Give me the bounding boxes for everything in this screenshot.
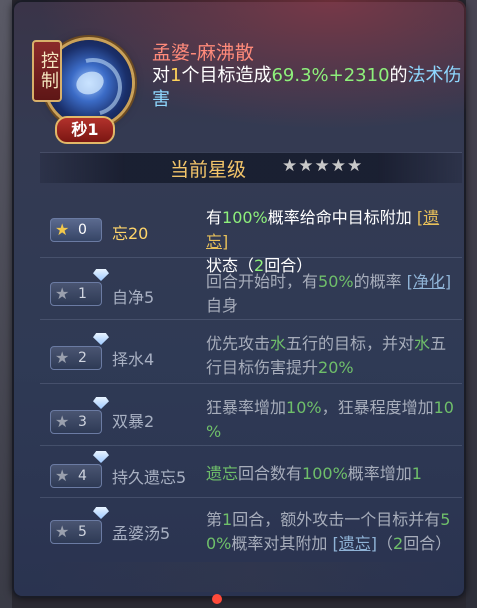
star-level-label: 当前星级 xyxy=(170,159,247,181)
row-name: 自净5 xyxy=(112,288,155,307)
background-left-strip xyxy=(0,0,12,608)
star-icon: ★ xyxy=(55,466,70,485)
star-pill-2: ★ 2 xyxy=(50,333,109,370)
row-description: 遗忘回合数有100%概率增加1 xyxy=(206,464,422,483)
row-description: 第1回合，额外攻击一个目标并有5 0%概率对其附加 [遗忘]（2回合） xyxy=(206,510,452,553)
row-name: 择水4 xyxy=(112,350,155,369)
star-pill-3: ★ 3 xyxy=(50,397,109,434)
star-icon: ★ xyxy=(55,522,70,541)
star-pill-4: ★ 4 xyxy=(50,451,109,488)
gem-icon xyxy=(93,451,109,463)
gem-icon xyxy=(93,397,109,409)
control-type-badge: 控制 xyxy=(32,40,62,102)
row-description: 狂暴率增加10%，狂暴程度增加10 % xyxy=(206,398,454,441)
star-pill-1: ★ 1 xyxy=(50,269,109,306)
purify-link[interactable]: [净化] xyxy=(407,272,452,291)
star-pill-0: ★ 0 xyxy=(50,218,102,242)
star-pill-5: ★ 5 xyxy=(50,507,109,544)
cast-seconds-badge: 秒1 xyxy=(55,116,115,144)
star-icon: ★ xyxy=(55,284,70,303)
row-description: 回合开始时，有50%的概率 [净化] 自身 xyxy=(206,272,452,315)
current-star-level-header: 当前星级 ★★★★★ xyxy=(40,152,462,183)
row-name: 孟婆汤5 xyxy=(112,524,171,543)
row-description: 优先攻击水五行的目标，并对水五 行目标伤害提升20% xyxy=(206,334,447,377)
gem-icon xyxy=(93,269,109,281)
star-row-0: ★ 0 忘20 有100%概率给命中目标附加 [遗忘] 状态（2回合） xyxy=(40,200,462,275)
gem-icon xyxy=(93,333,109,345)
skill-title: 孟婆-麻沸散 xyxy=(152,42,254,64)
skill-tooltip-panel: 控制 秒1 孟婆-麻沸散 对1个目标造成69.3%+2310的法术伤害 当前星级… xyxy=(12,0,466,598)
star-row-1: ★ 1 自净5 回合开始时，有50%的概率 [净化] 自身 xyxy=(40,258,462,320)
star-rating: ★★★★★ xyxy=(282,156,364,176)
skill-description: 对1个目标造成69.3%+2310的法术伤害 xyxy=(152,65,462,110)
star-row-3: ★ 3 双暴2 狂暴率增加10%，狂暴程度增加10 % xyxy=(40,384,462,446)
background-right-strip xyxy=(466,0,477,608)
star-icon: ★ xyxy=(55,348,70,367)
row-name: 持久遗忘5 xyxy=(112,468,187,487)
star-row-4: ★ 4 持久遗忘5 遗忘回合数有100%概率增加1 xyxy=(40,446,462,498)
row-name: 双暴2 xyxy=(112,412,155,431)
star-row-2: ★ 2 择水4 优先攻击水五行的目标，并对水五 行目标伤害提升20% xyxy=(40,320,462,384)
notification-dot xyxy=(212,594,222,604)
star-icon: ★ xyxy=(55,220,70,239)
decorative-bottom-art xyxy=(40,562,460,592)
forget-link[interactable]: [遗忘] xyxy=(332,534,377,553)
row-name: 忘20 xyxy=(112,224,149,243)
star-icon: ★ xyxy=(55,412,70,431)
star-row-5: ★ 5 孟婆汤5 第1回合，额外攻击一个目标并有5 0%概率对其附加 [遗忘]（… xyxy=(40,498,462,560)
gem-icon xyxy=(93,507,109,519)
